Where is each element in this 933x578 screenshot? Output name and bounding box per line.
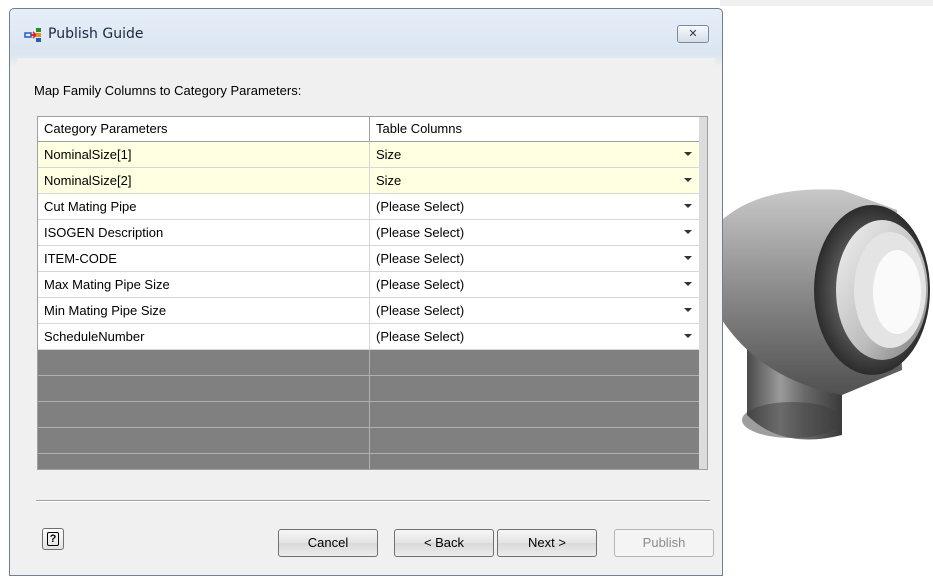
empty-row bbox=[38, 376, 700, 402]
dialog-client-area: Map Family Columns to Category Parameter… bbox=[17, 58, 715, 569]
empty-row bbox=[38, 428, 700, 454]
title-bar: Publish Guide ✕ bbox=[10, 9, 722, 59]
table-row[interactable]: ScheduleNumber (Please Select) bbox=[38, 324, 700, 350]
dropdown-caret-icon[interactable] bbox=[684, 152, 692, 156]
header-category-parameters: Category Parameters bbox=[38, 117, 370, 141]
background-strip bbox=[720, 0, 933, 6]
category-parameter-cell: Max Mating Pipe Size bbox=[38, 272, 370, 297]
table-column-value: (Please Select) bbox=[376, 251, 465, 266]
dropdown-caret-icon[interactable] bbox=[684, 308, 692, 312]
help-icon: ? bbox=[47, 532, 59, 546]
empty-row bbox=[38, 402, 700, 428]
close-button[interactable]: ✕ bbox=[677, 25, 709, 43]
separator bbox=[36, 500, 710, 502]
table-row[interactable]: NominalSize[1] Size bbox=[38, 142, 700, 168]
grid-scrollbar[interactable] bbox=[699, 117, 707, 469]
grid-header: Category Parameters Table Columns bbox=[38, 117, 700, 142]
category-parameter-cell: ScheduleNumber bbox=[38, 324, 370, 349]
table-column-dropdown[interactable]: (Please Select) bbox=[370, 298, 700, 323]
dialog-title: Publish Guide bbox=[48, 26, 144, 42]
cancel-button[interactable]: Cancel bbox=[278, 529, 378, 557]
table-row[interactable]: Max Mating Pipe Size (Please Select) bbox=[38, 272, 700, 298]
table-column-value: (Please Select) bbox=[376, 303, 465, 318]
table-row[interactable]: Min Mating Pipe Size (Please Select) bbox=[38, 298, 700, 324]
table-row[interactable]: NominalSize[2] Size bbox=[38, 168, 700, 194]
table-row[interactable]: ITEM-CODE (Please Select) bbox=[38, 246, 700, 272]
empty-row bbox=[38, 350, 700, 376]
dropdown-caret-icon[interactable] bbox=[684, 178, 692, 182]
table-column-value: (Please Select) bbox=[376, 329, 465, 344]
table-column-dropdown[interactable]: (Please Select) bbox=[370, 194, 700, 219]
table-column-value: Size bbox=[376, 173, 402, 188]
pipe-fitting-preview bbox=[722, 189, 930, 440]
category-parameter-cell: Min Mating Pipe Size bbox=[38, 298, 370, 323]
help-button[interactable]: ? bbox=[42, 528, 64, 550]
table-column-value: (Please Select) bbox=[376, 199, 465, 214]
table-column-dropdown[interactable]: (Please Select) bbox=[370, 246, 700, 271]
table-column-value: Size bbox=[376, 147, 402, 162]
category-parameter-cell: NominalSize[1] bbox=[38, 142, 370, 167]
dropdown-caret-icon[interactable] bbox=[684, 230, 692, 234]
dropdown-caret-icon[interactable] bbox=[684, 256, 692, 260]
next-button[interactable]: Next > bbox=[497, 529, 597, 557]
publish-button[interactable]: Publish bbox=[614, 529, 714, 557]
table-row[interactable]: ISOGEN Description (Please Select) bbox=[38, 220, 700, 246]
table-row[interactable]: Cut Mating Pipe (Please Select) bbox=[38, 194, 700, 220]
table-column-value: (Please Select) bbox=[376, 225, 465, 240]
table-column-dropdown[interactable]: Size bbox=[370, 168, 700, 193]
back-button[interactable]: < Back bbox=[394, 529, 494, 557]
table-column-dropdown[interactable]: (Please Select) bbox=[370, 220, 700, 245]
dropdown-caret-icon[interactable] bbox=[684, 282, 692, 286]
category-parameter-cell: NominalSize[2] bbox=[38, 168, 370, 193]
empty-row bbox=[38, 454, 700, 469]
table-column-dropdown[interactable]: (Please Select) bbox=[370, 272, 700, 297]
category-parameter-cell: ITEM-CODE bbox=[38, 246, 370, 271]
category-parameter-cell: Cut Mating Pipe bbox=[38, 194, 370, 219]
publish-guide-dialog: Publish Guide ✕ Map Family Columns to Ca… bbox=[9, 8, 723, 576]
header-table-columns: Table Columns bbox=[376, 121, 462, 136]
publish-guide-icon bbox=[24, 28, 41, 42]
mapping-grid: Category Parameters Table Columns Nomina… bbox=[37, 116, 708, 470]
close-icon: ✕ bbox=[688, 27, 698, 40]
instruction-label: Map Family Columns to Category Parameter… bbox=[34, 83, 302, 98]
table-column-dropdown[interactable]: Size bbox=[370, 142, 700, 167]
dropdown-caret-icon[interactable] bbox=[684, 204, 692, 208]
dropdown-caret-icon[interactable] bbox=[684, 334, 692, 338]
table-column-dropdown[interactable]: (Please Select) bbox=[370, 324, 700, 349]
category-parameter-cell: ISOGEN Description bbox=[38, 220, 370, 245]
table-column-value: (Please Select) bbox=[376, 277, 465, 292]
